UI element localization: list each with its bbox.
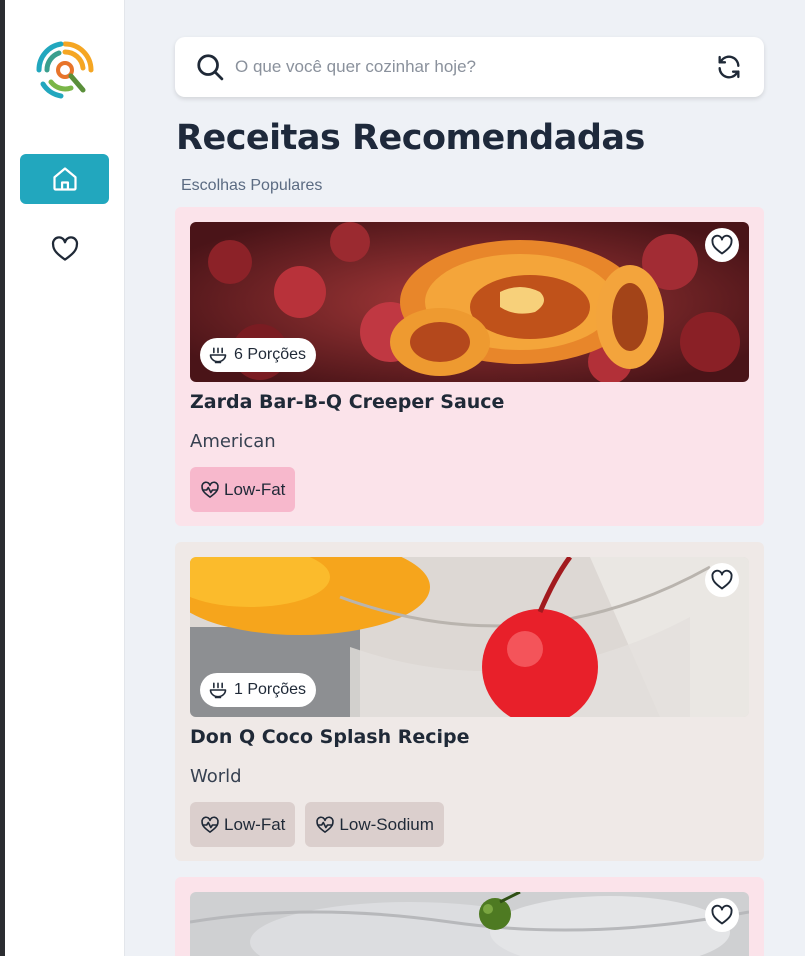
diet-tag: Low-Fat	[190, 467, 296, 512]
recipe-title[interactable]: Don Q Coco Splash Recipe	[190, 726, 470, 748]
recipe-image[interactable]	[190, 892, 749, 956]
sidebar-item-favorites[interactable]	[20, 224, 109, 274]
heart-pulse-icon	[316, 816, 335, 833]
tag-label: Low-Fat	[224, 479, 286, 499]
tag-label: Low-Fat	[224, 814, 286, 834]
heart-icon	[711, 234, 733, 255]
recipe-image[interactable]: 6 Porções	[190, 222, 749, 382]
tag-list: Low-Fat Low-Sodium	[190, 802, 444, 847]
spiral-search-logo-icon[interactable]	[31, 38, 99, 102]
tag-list: Low-Fat	[190, 467, 296, 512]
servings-badge: 1 Porções	[200, 673, 317, 707]
favorite-button[interactable]	[705, 228, 739, 262]
recipe-cuisine: American	[190, 431, 276, 452]
tag-label: Low-Sodium	[339, 814, 434, 834]
section-subtitle: Escolhas Populares	[181, 177, 323, 194]
recipe-image[interactable]: 1 Porções	[190, 557, 749, 717]
search-icon[interactable]	[195, 52, 225, 82]
recipe-card[interactable]	[175, 877, 764, 956]
search-bar	[175, 37, 764, 97]
servings-label: 1 Porções	[234, 681, 307, 698]
search-input[interactable]	[235, 53, 695, 81]
recipe-cuisine: World	[190, 766, 242, 787]
page-title: Receitas Recomendadas	[176, 118, 645, 158]
heart-pulse-icon	[201, 481, 219, 498]
home-icon	[52, 167, 77, 191]
diet-tag: Low-Fat	[190, 802, 296, 847]
heart-icon	[711, 569, 733, 590]
diet-tag: Low-Sodium	[305, 802, 444, 847]
heart-icon	[51, 236, 78, 261]
bowl-icon	[209, 682, 227, 699]
servings-badge: 6 Porções	[200, 338, 317, 372]
recipe-card[interactable]: 1 Porções Don Q Coco Splash Recipe World…	[175, 542, 764, 861]
recipe-title[interactable]: Zarda Bar-B-Q Creeper Sauce	[190, 391, 504, 413]
refresh-icon[interactable]	[715, 53, 743, 81]
heart-icon	[711, 904, 733, 925]
heart-pulse-icon	[201, 816, 219, 833]
recipe-card[interactable]: 6 Porções Zarda Bar-B-Q Creeper Sauce Am…	[175, 207, 764, 526]
favorite-button[interactable]	[705, 898, 739, 932]
bowl-icon	[209, 347, 227, 364]
sidebar	[5, 0, 125, 956]
sidebar-item-home[interactable]	[20, 154, 109, 204]
servings-label: 6 Porções	[234, 346, 307, 363]
favorite-button[interactable]	[705, 563, 739, 597]
